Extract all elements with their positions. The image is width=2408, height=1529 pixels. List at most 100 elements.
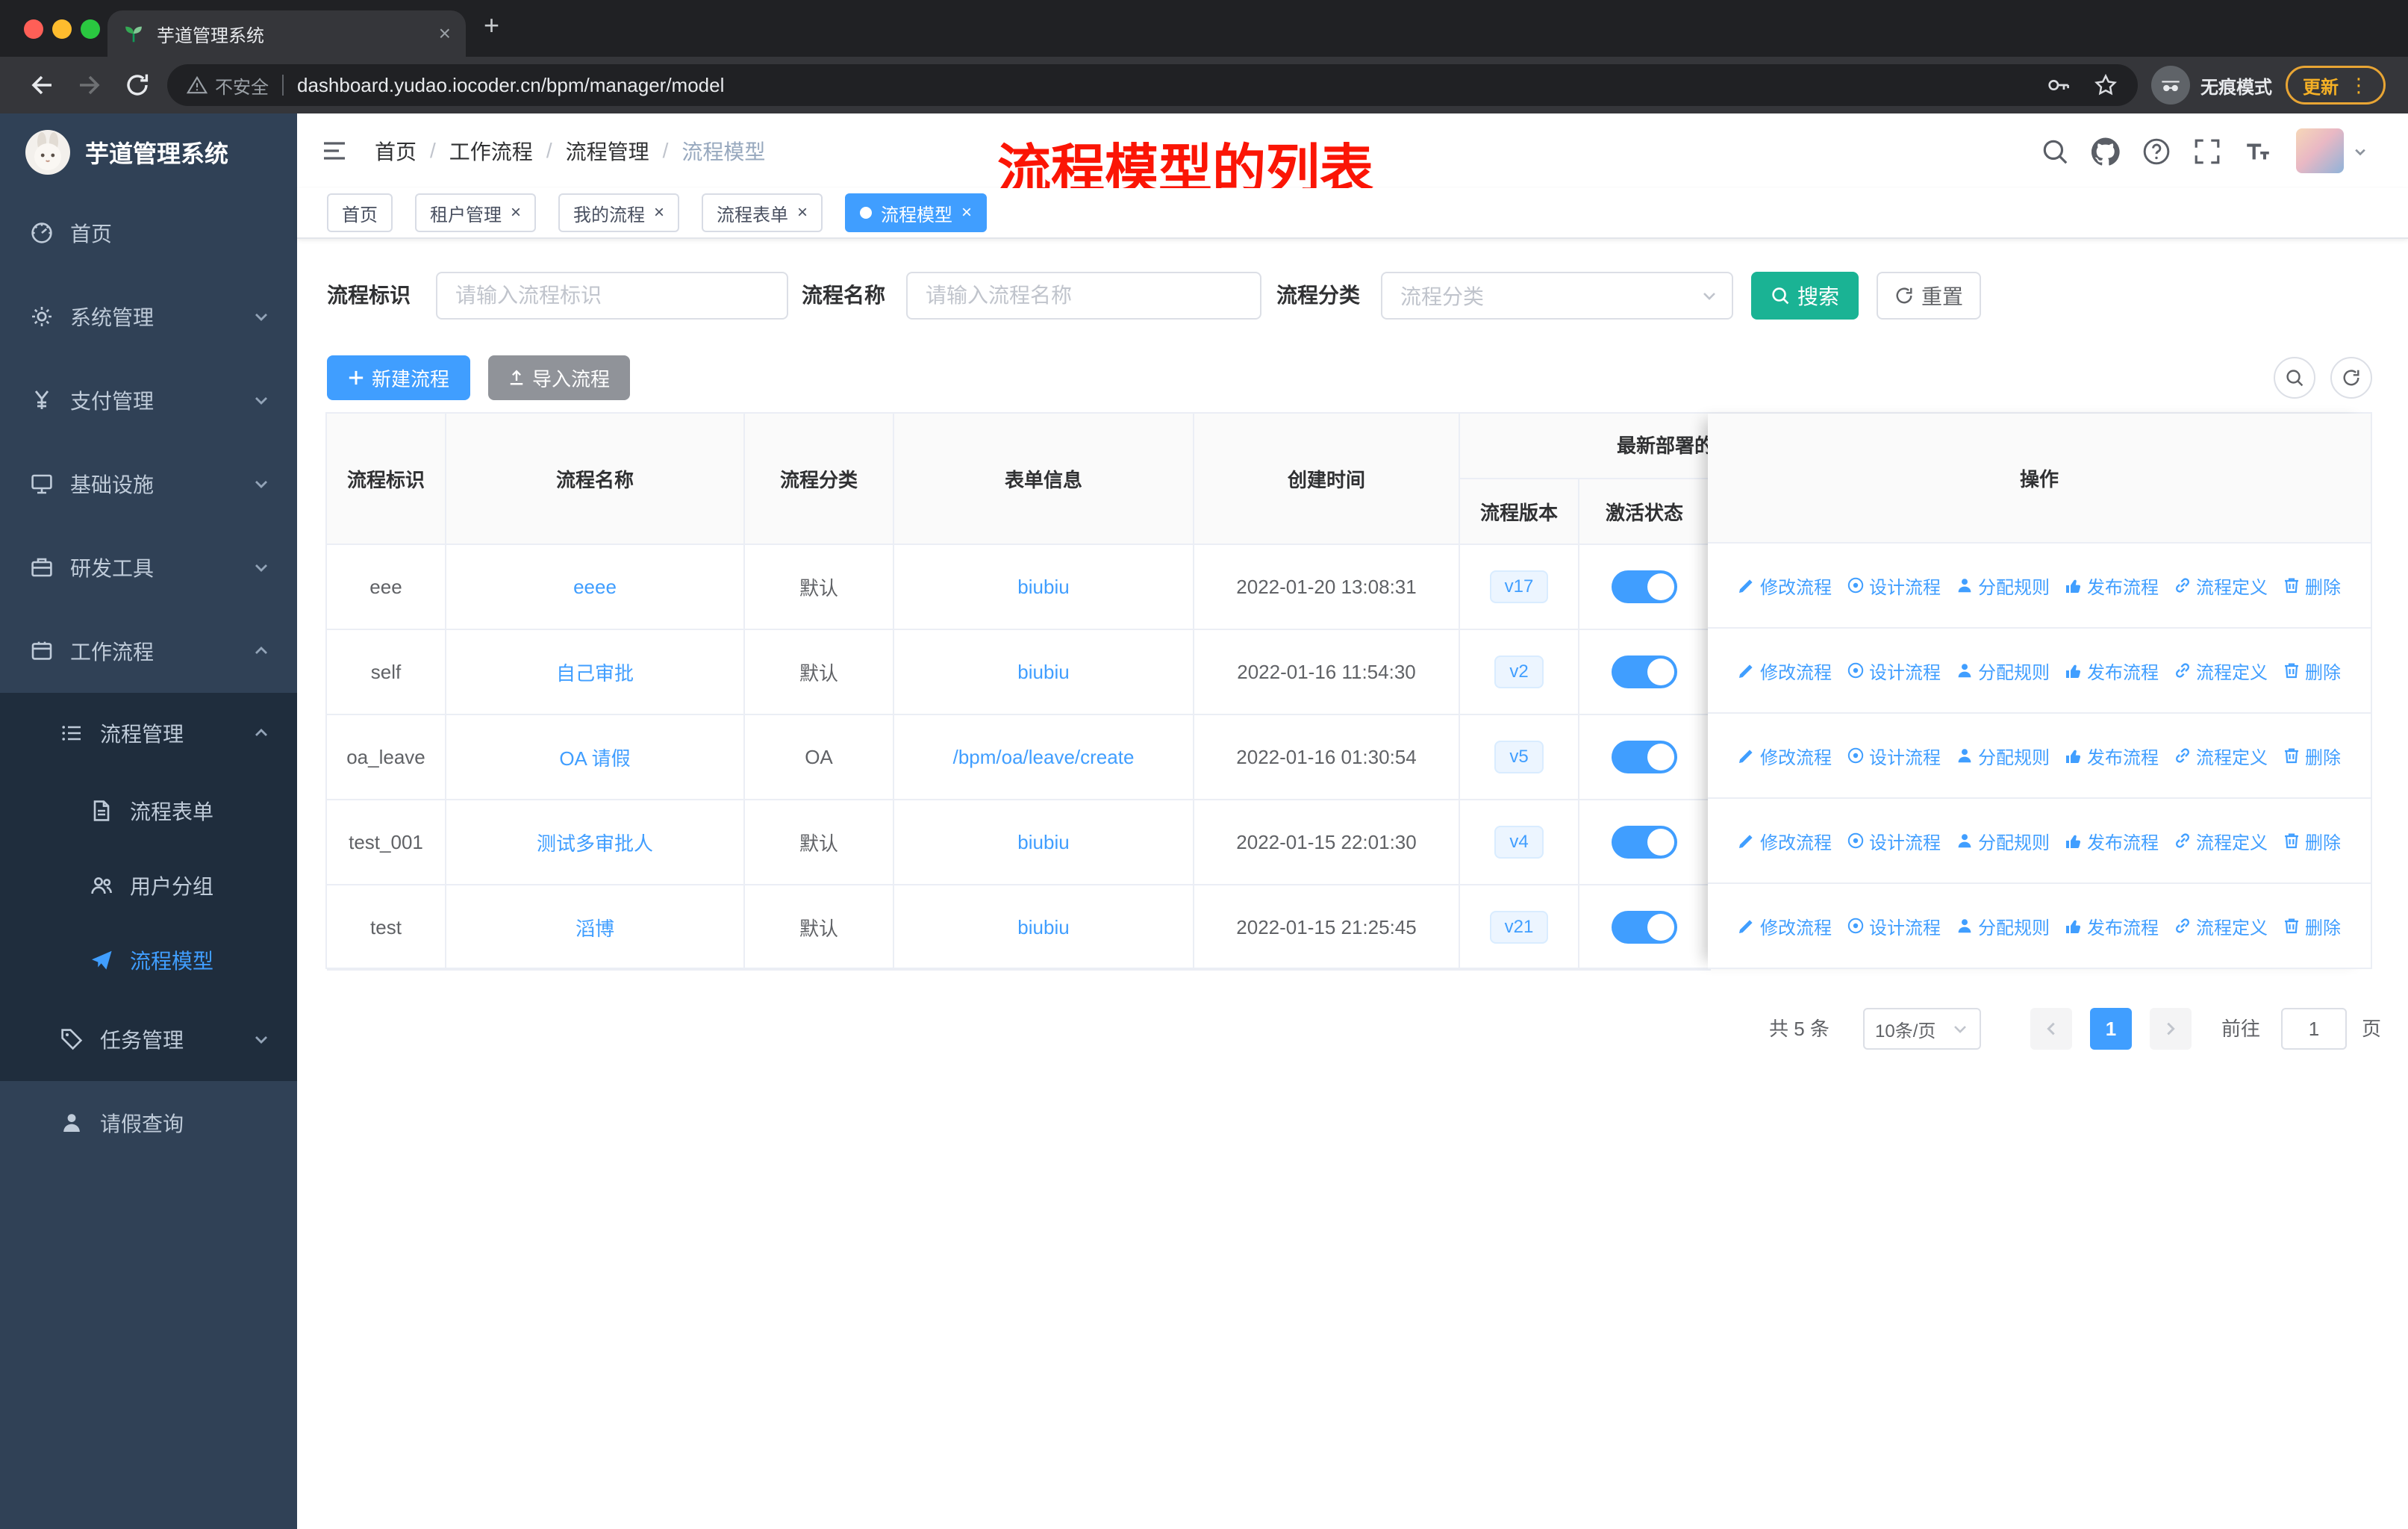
- browser-update-button[interactable]: 更新 ⋮: [2286, 66, 2386, 105]
- publish-process-link[interactable]: 发布流程: [2065, 658, 2159, 684]
- publish-process-link[interactable]: 发布流程: [2065, 743, 2159, 769]
- window-zoom-button[interactable]: [81, 19, 100, 39]
- sidebar-item-process-form[interactable]: 流程表单: [0, 773, 297, 848]
- tag-tenant[interactable]: 租户管理 ×: [415, 193, 537, 232]
- reset-button[interactable]: 重置: [1877, 272, 1981, 320]
- back-icon[interactable]: [27, 70, 57, 100]
- process-name-link[interactable]: eeee: [573, 576, 617, 599]
- sidebar-item-task-mgmt[interactable]: 任务管理: [0, 997, 297, 1081]
- process-definition-link[interactable]: 流程定义: [2174, 658, 2268, 684]
- filter-name-input[interactable]: [906, 272, 1261, 320]
- edit-process-link[interactable]: 修改流程: [1738, 828, 1832, 854]
- delete-link[interactable]: 删除: [2283, 828, 2341, 854]
- browser-tab[interactable]: 芋道管理系统 ×: [107, 10, 466, 57]
- active-toggle[interactable]: [1612, 570, 1677, 603]
- sidebar-item-dev-tools[interactable]: 研发工具: [0, 526, 297, 609]
- process-definition-link[interactable]: 流程定义: [2174, 573, 2268, 599]
- sidebar-item-infrastructure[interactable]: 基础设施: [0, 442, 297, 526]
- process-name-link[interactable]: 自己审批: [556, 658, 634, 686]
- close-icon[interactable]: ×: [511, 204, 521, 222]
- fullscreen-icon[interactable]: [2193, 137, 2221, 166]
- publish-process-link[interactable]: 发布流程: [2065, 828, 2159, 854]
- tag-process-model-active[interactable]: 流程模型 ×: [845, 193, 988, 232]
- refresh-table-button[interactable]: [2330, 357, 2372, 399]
- app-logo[interactable]: 芋道管理系统: [0, 113, 297, 191]
- address-bar[interactable]: 不安全 dashboard.yudao.iocoder.cn/bpm/manag…: [167, 64, 2138, 106]
- incognito-indicator[interactable]: 无痕模式: [2151, 66, 2272, 105]
- process-name-link[interactable]: OA 请假: [559, 744, 630, 771]
- breadcrumb-item[interactable]: 首页: [375, 136, 417, 166]
- form-info-link[interactable]: biubiu: [1017, 916, 1069, 939]
- edit-process-link[interactable]: 修改流程: [1738, 573, 1832, 599]
- edit-process-link[interactable]: 修改流程: [1738, 658, 1832, 684]
- toggle-search-button[interactable]: [2274, 357, 2315, 399]
- delete-link[interactable]: 删除: [2283, 573, 2341, 599]
- next-page-button[interactable]: [2150, 1008, 2192, 1050]
- design-process-link[interactable]: 设计流程: [1847, 913, 1941, 939]
- form-info-link[interactable]: /bpm/oa/leave/create: [953, 746, 1135, 769]
- sidebar-item-user-group[interactable]: 用户分组: [0, 848, 297, 923]
- assign-rule-link[interactable]: 分配规则: [1956, 913, 2050, 939]
- delete-link[interactable]: 删除: [2283, 743, 2341, 769]
- font-size-icon[interactable]: [2244, 137, 2272, 166]
- menu-dots-icon[interactable]: ⋮: [2349, 75, 2368, 95]
- active-toggle[interactable]: [1612, 741, 1677, 773]
- hamburger-icon[interactable]: [321, 137, 348, 164]
- design-process-link[interactable]: 设计流程: [1847, 573, 1941, 599]
- current-page-button[interactable]: 1: [2090, 1008, 2132, 1050]
- active-toggle[interactable]: [1612, 826, 1677, 859]
- process-definition-link[interactable]: 流程定义: [2174, 743, 2268, 769]
- assign-rule-link[interactable]: 分配规则: [1956, 828, 2050, 854]
- process-definition-link[interactable]: 流程定义: [2174, 828, 2268, 854]
- tag-my-process[interactable]: 我的流程 ×: [558, 193, 680, 232]
- password-key-icon[interactable]: [2045, 72, 2071, 98]
- process-definition-link[interactable]: 流程定义: [2174, 913, 2268, 939]
- security-indicator[interactable]: 不安全: [187, 72, 269, 99]
- bookmark-star-icon[interactable]: [2093, 72, 2118, 98]
- tag-home[interactable]: 首页: [327, 193, 393, 232]
- sidebar-item-process-mgmt[interactable]: 流程管理: [0, 693, 297, 773]
- edit-process-link[interactable]: 修改流程: [1738, 743, 1832, 769]
- forward-icon[interactable]: [75, 70, 105, 100]
- publish-process-link[interactable]: 发布流程: [2065, 913, 2159, 939]
- search-button[interactable]: 搜索: [1751, 272, 1859, 320]
- create-process-button[interactable]: 新建流程: [327, 355, 470, 400]
- avatar[interactable]: [2296, 128, 2344, 173]
- assign-rule-link[interactable]: 分配规则: [1956, 658, 2050, 684]
- active-toggle[interactable]: [1612, 911, 1677, 944]
- process-name-link[interactable]: 滔博: [576, 914, 614, 941]
- design-process-link[interactable]: 设计流程: [1847, 828, 1941, 854]
- delete-link[interactable]: 删除: [2283, 913, 2341, 939]
- help-icon[interactable]: [2142, 137, 2171, 166]
- prev-page-button[interactable]: [2030, 1008, 2072, 1050]
- sidebar-item-workflow[interactable]: 工作流程: [0, 609, 297, 693]
- filter-category-select[interactable]: 流程分类: [1381, 272, 1733, 320]
- design-process-link[interactable]: 设计流程: [1847, 743, 1941, 769]
- breadcrumb-item[interactable]: 流程管理: [566, 136, 649, 166]
- filter-id-input[interactable]: [436, 272, 788, 320]
- assign-rule-link[interactable]: 分配规则: [1956, 573, 2050, 599]
- goto-page-input[interactable]: [2281, 1008, 2347, 1050]
- window-close-button[interactable]: [24, 19, 43, 39]
- close-icon[interactable]: ×: [797, 204, 808, 222]
- github-icon[interactable]: [2092, 137, 2120, 166]
- page-size-select[interactable]: 10条/页: [1863, 1008, 1981, 1050]
- close-icon[interactable]: ×: [961, 204, 972, 222]
- reload-icon[interactable]: [122, 70, 152, 100]
- delete-link[interactable]: 删除: [2283, 658, 2341, 684]
- active-toggle[interactable]: [1612, 655, 1677, 688]
- import-process-button[interactable]: 导入流程: [488, 355, 630, 400]
- close-icon[interactable]: ×: [654, 204, 664, 222]
- form-info-link[interactable]: biubiu: [1017, 831, 1069, 854]
- edit-process-link[interactable]: 修改流程: [1738, 913, 1832, 939]
- sidebar-item-payment[interactable]: 支付管理: [0, 358, 297, 442]
- tag-process-form[interactable]: 流程表单 ×: [702, 193, 823, 232]
- breadcrumb-item[interactable]: 工作流程: [449, 136, 533, 166]
- tab-close-icon[interactable]: ×: [439, 23, 451, 44]
- sidebar-item-process-model[interactable]: 流程模型: [0, 923, 297, 997]
- new-tab-button[interactable]: +: [484, 12, 499, 39]
- process-name-link[interactable]: 测试多审批人: [537, 829, 653, 856]
- publish-process-link[interactable]: 发布流程: [2065, 573, 2159, 599]
- sidebar-item-system[interactable]: 系统管理: [0, 275, 297, 358]
- form-info-link[interactable]: biubiu: [1017, 576, 1069, 599]
